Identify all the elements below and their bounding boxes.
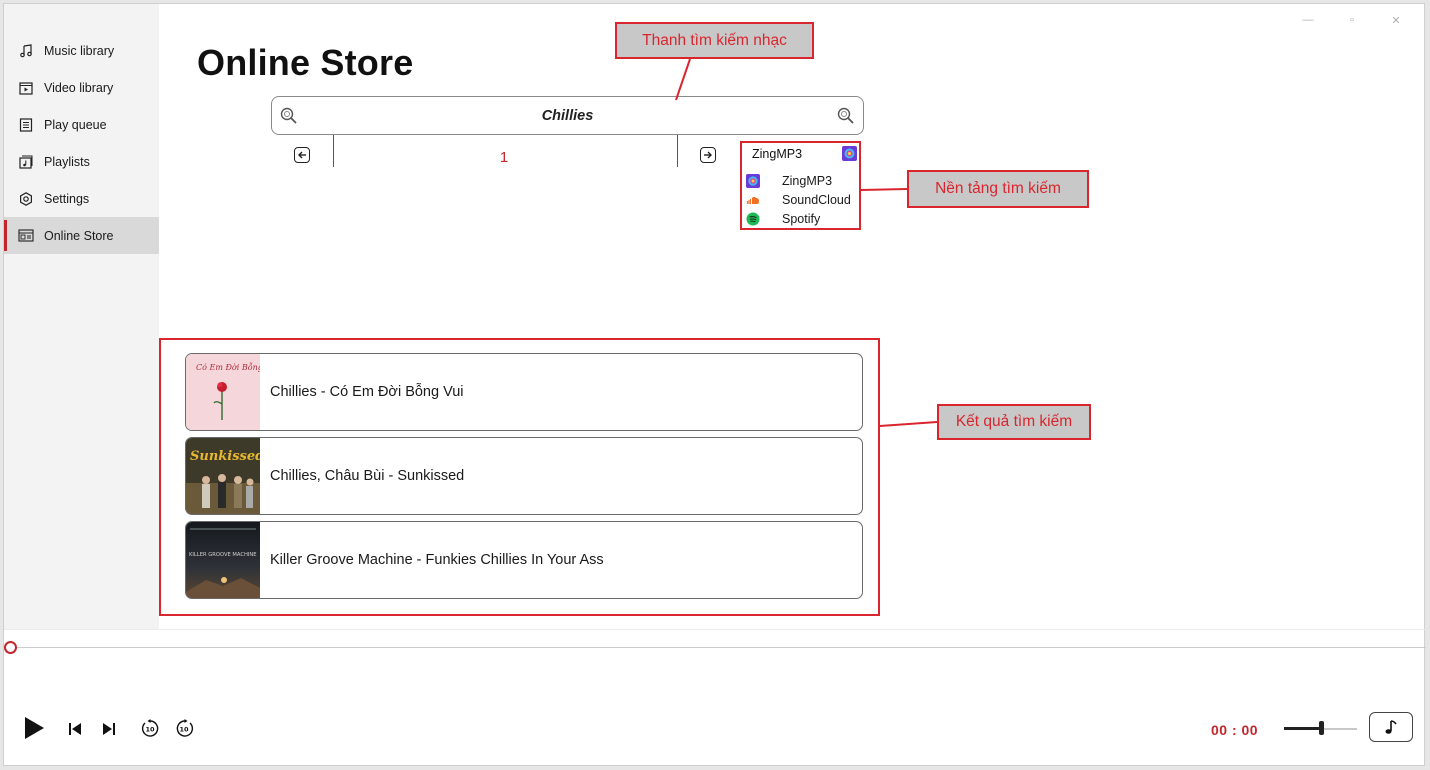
spotify-icon	[746, 212, 760, 226]
soundcloud-icon	[746, 193, 760, 207]
next-track-button[interactable]	[100, 720, 118, 738]
platform-option-spotify[interactable]: Spotify	[742, 209, 859, 228]
album-art: KILLER GROOVE MACHINE	[186, 522, 260, 598]
album-art-text: Có Em Đời Bỗng Vui	[196, 363, 260, 372]
window-controls: — ▫ ✕	[1286, 10, 1418, 30]
sidebar-item-label: Video library	[44, 80, 114, 95]
album-art: Có Em Đời Bỗng Vui	[186, 354, 279, 430]
page-number: 1	[499, 149, 509, 166]
platform-selected-label: ZingMP3	[752, 147, 803, 161]
sidebar-item-video-library[interactable]: Video library	[4, 69, 159, 106]
result-title: Killer Groove Machine - Funkies Chillies…	[270, 552, 604, 568]
result-item[interactable]: Sunkissed Chillies, Châu Bùi - Sunkissed	[185, 437, 863, 515]
rewind-10-button[interactable]: 10	[140, 718, 160, 738]
player-divider	[4, 629, 1426, 630]
store-icon	[18, 228, 34, 244]
now-playing-button[interactable]	[1369, 712, 1413, 742]
search-icon[interactable]	[279, 106, 299, 126]
zingmp3-icon	[746, 173, 760, 188]
sidebar-item-label: Online Store	[44, 228, 114, 243]
play-button[interactable]	[20, 715, 48, 741]
maximize-icon[interactable]: ▫	[1330, 10, 1374, 30]
app-window: — ▫ ✕ Music library Video library Play q…	[3, 3, 1426, 766]
next-page-button[interactable]	[700, 147, 716, 163]
album-art-text: Sunkissed	[190, 449, 260, 464]
skip-next-icon	[103, 723, 115, 735]
platform-option-soundcloud[interactable]: SoundCloud	[742, 190, 859, 209]
sidebar: Music library Video library Play queue P…	[4, 4, 159, 629]
sidebar-item-label: Music library	[44, 43, 115, 58]
queue-list-icon	[18, 117, 34, 133]
search-bar	[271, 96, 864, 135]
minimize-icon[interactable]: —	[1286, 10, 1330, 30]
sidebar-item-play-queue[interactable]: Play queue	[4, 106, 159, 143]
annotation-platform: Nền tảng tìm kiếm	[907, 170, 1089, 208]
result-title: Chillies - Có Em Đời Bỗng Vui	[270, 384, 464, 400]
sidebar-item-label: Settings	[44, 191, 90, 206]
platform-option-zingmp3[interactable]: ZingMP3	[742, 171, 859, 190]
video-icon	[18, 80, 34, 96]
search-submit-icon[interactable]	[836, 106, 856, 126]
platform-selector[interactable]: ZingMP3 ZingMP3 SoundCloud Spotify	[740, 141, 861, 230]
search-input[interactable]	[312, 105, 823, 127]
arrow-left-icon	[298, 151, 306, 159]
music-note-icon	[1385, 720, 1397, 734]
arrow-right-icon	[704, 151, 712, 159]
playback-time: 00 : 00	[1211, 722, 1259, 738]
previous-page-button[interactable]	[294, 147, 310, 163]
sidebar-item-online-store[interactable]: Online Store	[4, 217, 159, 254]
volume-level	[1284, 727, 1321, 730]
volume-thumb[interactable]	[1319, 721, 1324, 735]
svg-text:10: 10	[145, 725, 155, 733]
pager-divider-left	[333, 135, 334, 167]
svg-text:10: 10	[179, 725, 189, 733]
platform-option-label: ZingMP3	[782, 173, 833, 188]
sidebar-item-playlists[interactable]: Playlists	[4, 143, 159, 180]
seek-knob[interactable]	[4, 641, 17, 654]
album-art-text: KILLER GROOVE MACHINE	[189, 552, 257, 558]
annotation-search-bar: Thanh tìm kiếm nhạc	[615, 22, 814, 59]
sidebar-item-label: Playlists	[44, 154, 90, 169]
page-title: Online Store	[197, 42, 414, 83]
previous-track-button[interactable]	[66, 720, 84, 738]
pager-divider-right	[677, 135, 678, 167]
forward-10-icon: 10	[176, 718, 193, 737]
result-item[interactable]: Có Em Đời Bỗng Vui Chillies - Có Em Đời …	[185, 353, 863, 431]
music-note-icon	[18, 43, 34, 59]
platform-option-label: Spotify	[782, 211, 821, 226]
sidebar-item-settings[interactable]: Settings	[4, 180, 159, 217]
sidebar-item-music-library[interactable]: Music library	[4, 32, 159, 69]
close-icon[interactable]: ✕	[1374, 10, 1418, 30]
zingmp3-icon	[842, 146, 857, 161]
gear-icon	[18, 191, 34, 207]
play-icon	[25, 717, 44, 739]
result-item[interactable]: KILLER GROOVE MACHINE Killer Groove Mach…	[185, 521, 863, 599]
seek-bar[interactable]	[16, 647, 1426, 648]
annotation-results: Kết quả tìm kiếm	[937, 404, 1091, 440]
album-art: Sunkissed	[186, 438, 264, 514]
skip-previous-icon	[69, 723, 81, 735]
platform-option-label: SoundCloud	[782, 192, 851, 207]
playlist-icon	[18, 154, 34, 170]
sidebar-item-label: Play queue	[44, 117, 107, 132]
rewind-10-icon: 10	[141, 718, 158, 737]
forward-10-button[interactable]: 10	[174, 718, 194, 738]
search-results: Có Em Đời Bỗng Vui Chillies - Có Em Đời …	[159, 338, 880, 616]
result-title: Chillies, Châu Bùi - Sunkissed	[270, 468, 465, 484]
